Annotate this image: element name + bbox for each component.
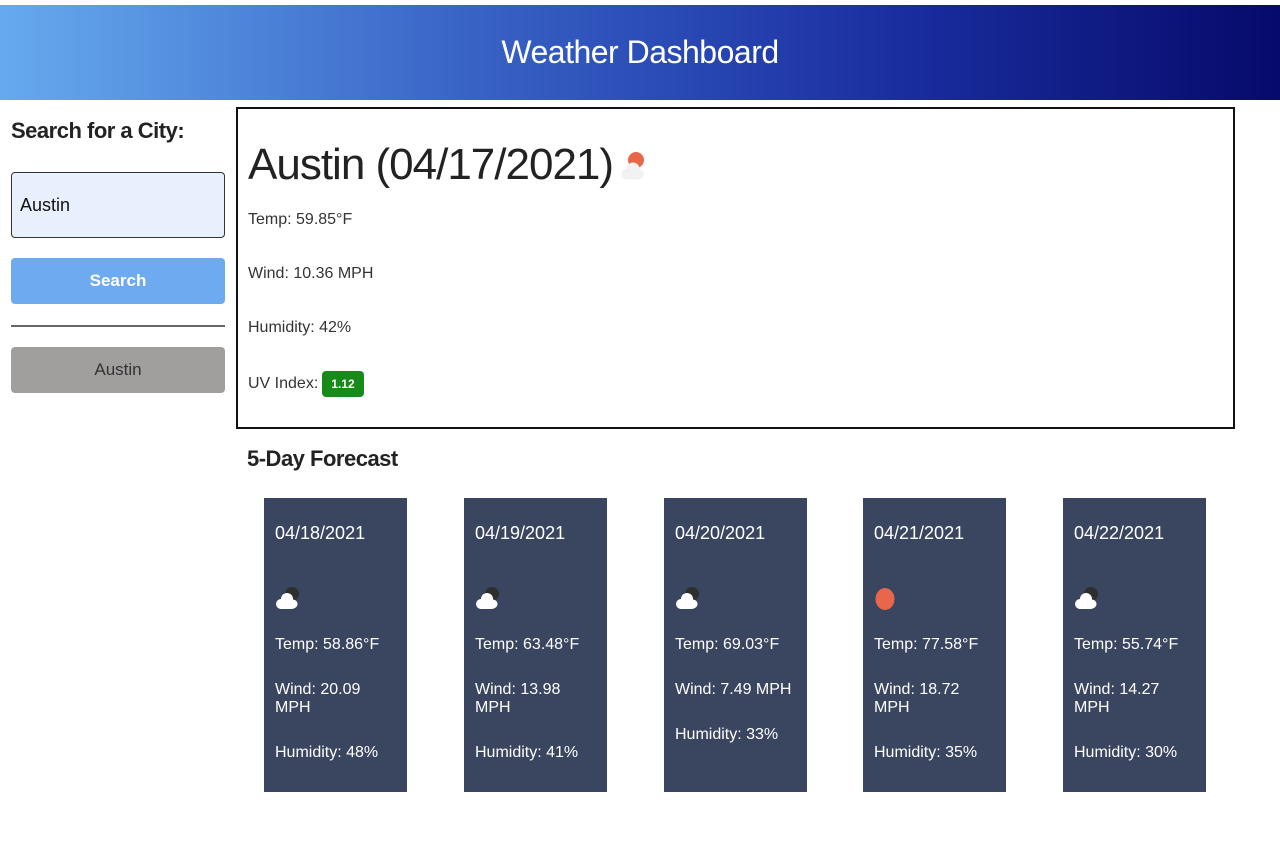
forecast-wind: Wind: 18.72 MPH bbox=[874, 681, 960, 716]
current-city-title: Austin (04/17/2021) bbox=[248, 139, 1223, 191]
forecast-humidity: Humidity: 35% bbox=[874, 744, 978, 761]
forecast-date: 04/20/2021 bbox=[675, 523, 766, 543]
current-weather-panel: Austin (04/17/2021) Temp: 59.85°F Wind: … bbox=[236, 107, 1235, 429]
history-item-austin[interactable]: Austin bbox=[11, 347, 225, 393]
few-clouds-icon bbox=[621, 152, 645, 180]
forecast-heading: 5-Day Forecast bbox=[247, 446, 398, 471]
current-temp: Temp: 59.85°F bbox=[248, 211, 353, 228]
search-heading: Search for a City: bbox=[11, 118, 185, 143]
app-header: Weather Dashboard bbox=[0, 5, 1280, 100]
uv-index-label: UV Index: bbox=[248, 375, 319, 392]
cloud-icon bbox=[1075, 587, 1098, 609]
forecast-humidity: Humidity: 33% bbox=[675, 726, 779, 743]
forecast-card: 04/22/2021 Temp: 55.74°F Wind: 14.27 MPH… bbox=[1063, 498, 1206, 792]
forecast-wind: Wind: 7.49 MPH bbox=[675, 681, 792, 698]
forecast-date: 04/19/2021 bbox=[475, 523, 566, 543]
uv-index-row: UV Index: 1.12 bbox=[248, 371, 1223, 397]
cloud-icon bbox=[276, 587, 299, 609]
city-search-input[interactable] bbox=[11, 172, 225, 238]
forecast-temp: Temp: 77.58°F bbox=[874, 636, 979, 653]
forecast-card: 04/21/2021 Temp: 77.58°F Wind: 18.72 MPH… bbox=[863, 498, 1006, 792]
forecast-wind: Wind: 20.09 MPH bbox=[275, 681, 361, 716]
forecast-wind: Wind: 14.27 MPH bbox=[1074, 681, 1160, 716]
sidebar-divider bbox=[11, 325, 225, 327]
forecast-humidity: Humidity: 41% bbox=[475, 744, 579, 761]
current-wind: Wind: 10.36 MPH bbox=[248, 265, 374, 282]
forecast-temp: Temp: 55.74°F bbox=[1074, 636, 1179, 653]
page-title: Weather Dashboard bbox=[501, 34, 779, 70]
forecast-card: 04/19/2021 Temp: 63.48°F Wind: 13.98 MPH… bbox=[464, 498, 607, 792]
forecast-wind: Wind: 13.98 MPH bbox=[475, 681, 561, 716]
forecast-temp: Temp: 69.03°F bbox=[675, 636, 780, 653]
forecast-card: 04/20/2021 Temp: 69.03°F Wind: 7.49 MPH … bbox=[664, 498, 807, 792]
forecast-humidity: Humidity: 48% bbox=[275, 744, 379, 761]
forecast-temp: Temp: 63.48°F bbox=[475, 636, 580, 653]
current-humidity: Humidity: 42% bbox=[248, 319, 352, 336]
current-city-date: Austin (04/17/2021) bbox=[248, 140, 614, 189]
sun-icon bbox=[875, 588, 895, 610]
uv-index-badge: 1.12 bbox=[322, 371, 364, 397]
forecast-temp: Temp: 58.86°F bbox=[275, 636, 380, 653]
sidebar: Search for a City: Search Austin bbox=[11, 118, 225, 393]
forecast-date: 04/18/2021 bbox=[275, 523, 366, 543]
cloud-icon bbox=[676, 587, 699, 609]
forecast-card: 04/18/2021 Temp: 58.86°F Wind: 20.09 MPH… bbox=[264, 498, 407, 792]
search-button[interactable]: Search bbox=[11, 258, 225, 304]
forecast-humidity: Humidity: 30% bbox=[1074, 744, 1178, 761]
forecast-date: 04/22/2021 bbox=[1074, 523, 1165, 543]
cloud-icon bbox=[476, 587, 499, 609]
forecast-date: 04/21/2021 bbox=[874, 523, 965, 543]
